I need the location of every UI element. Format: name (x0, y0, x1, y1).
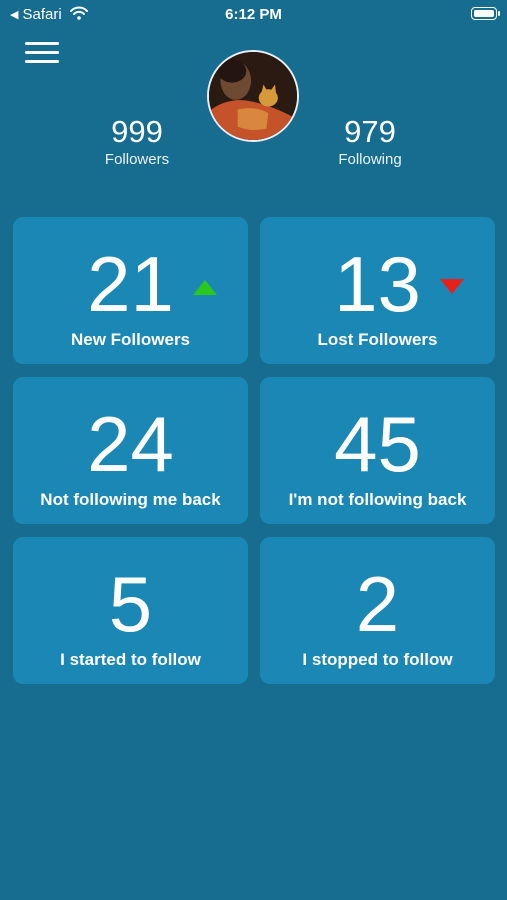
card-label: I'm not following back (288, 490, 467, 509)
lost-followers-card[interactable]: 13 Lost Followers (260, 217, 495, 364)
menu-button[interactable] (25, 42, 59, 64)
card-number: 45 (334, 400, 421, 488)
followers-label: Followers (104, 151, 170, 168)
trend-up-icon (193, 280, 217, 295)
card-number: 5 (108, 560, 153, 648)
card-label: Lost Followers (317, 330, 438, 349)
trend-down-icon (440, 279, 464, 294)
followers-count: 999 (111, 114, 163, 149)
status-bar: ◀ Safari 6:12 PM (0, 0, 507, 28)
card-label: I stopped to follow (302, 650, 453, 669)
status-time: 6:12 PM (225, 6, 282, 23)
i-started-to-follow-card[interactable]: 5 I started to follow (13, 537, 248, 684)
avatar-photo (209, 52, 297, 140)
card-number: 24 (87, 400, 174, 488)
card-label: New Followers (70, 330, 191, 349)
hamburger-icon (25, 51, 59, 54)
battery-icon (471, 7, 500, 20)
not-following-me-back-card[interactable]: 24 Not following me back (13, 377, 248, 524)
following-label: Following (338, 151, 402, 168)
hamburger-icon (25, 60, 59, 63)
i-stopped-to-follow-card[interactable]: 2 I stopped to follow (260, 537, 495, 684)
avatar[interactable] (207, 50, 299, 142)
card-number: 2 (355, 560, 400, 648)
following-stat[interactable]: 979 Following (305, 114, 435, 169)
card-label: I started to follow (60, 650, 201, 669)
followers-stat[interactable]: 999 Followers (72, 114, 202, 169)
card-label: Not following me back (40, 490, 221, 509)
following-count: 979 (344, 114, 396, 149)
hamburger-icon (25, 42, 59, 45)
im-not-following-back-card[interactable]: 45 I'm not following back (260, 377, 495, 524)
new-followers-card[interactable]: 21 New Followers (13, 217, 248, 364)
